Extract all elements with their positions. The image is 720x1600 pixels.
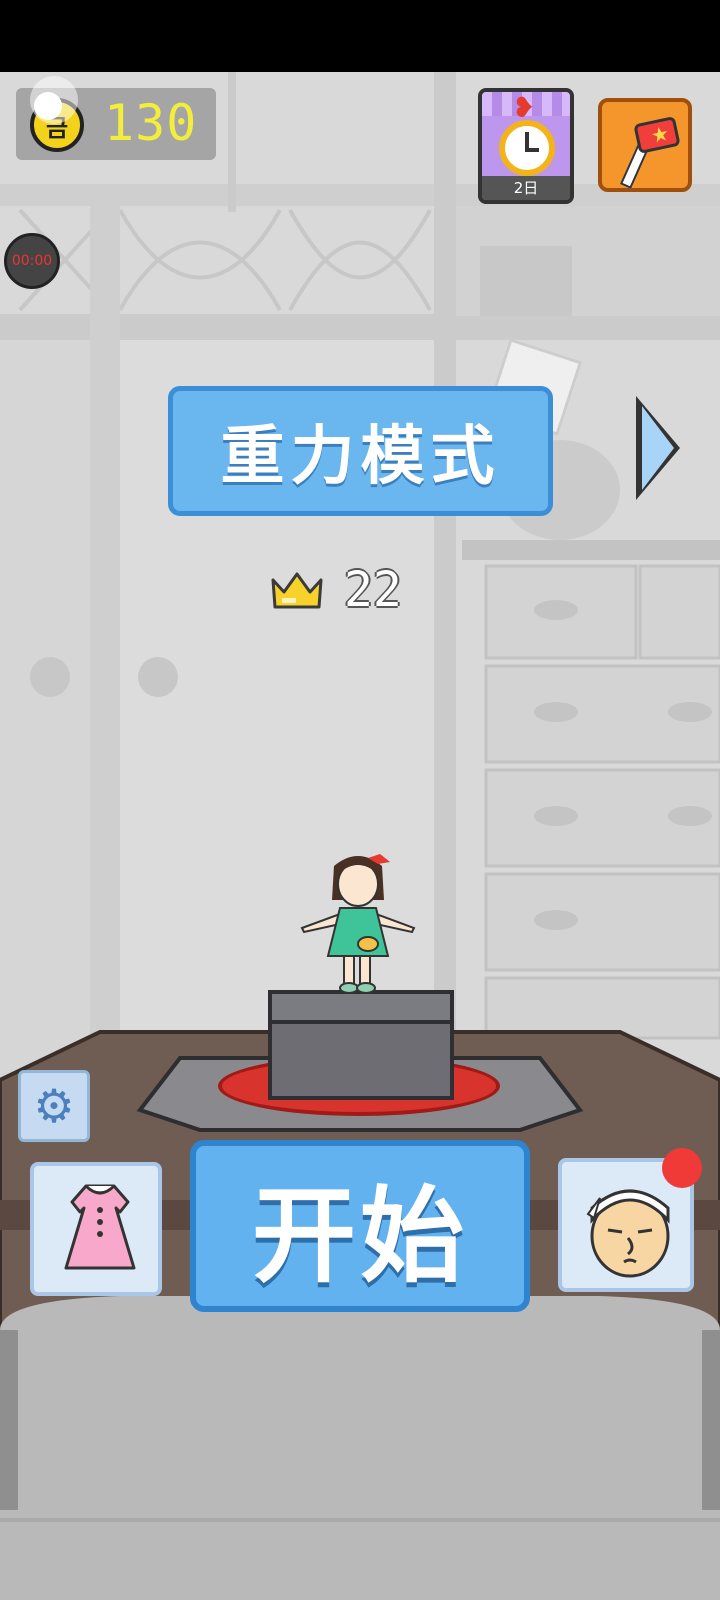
bow-icon: ❥ <box>512 91 536 124</box>
girl-character <box>300 854 416 994</box>
coin-value: 130 <box>104 94 198 152</box>
chevron-right-icon[interactable] <box>636 396 680 500</box>
room-background <box>0 0 720 1600</box>
stone-pedestal <box>268 990 454 1100</box>
notification-dot <box>662 1148 702 1188</box>
daily-reward-button[interactable]: ❥ 2日 <box>478 88 574 204</box>
flag-icon: ★ <box>633 115 681 155</box>
mode-title: 重力模式 <box>220 420 501 494</box>
star-icon: ★ <box>648 120 672 148</box>
chef-character-icon <box>586 1189 670 1278</box>
event-flag-button[interactable]: ★ <box>598 98 692 192</box>
daily-reward-label: 2日 <box>482 176 570 200</box>
dress-icon <box>64 1184 136 1270</box>
floating-touch-dot[interactable] <box>30 76 78 124</box>
settings-button[interactable]: ⚙ <box>18 1070 90 1142</box>
mode-banner[interactable]: 重力模式 <box>168 386 553 516</box>
crown-icon <box>271 572 323 609</box>
recording-timer[interactable]: 00:00 <box>4 233 60 289</box>
start-button[interactable]: 开始 <box>190 1140 530 1312</box>
alarm-clock-icon <box>499 120 555 176</box>
best-score-value: 22 <box>344 562 402 618</box>
outfit-button[interactable] <box>30 1162 162 1296</box>
game-screen: 금 130 00:00 ❥ 2日 ★ 重力模式 22 ⚙ 开始 <box>0 0 720 1600</box>
start-button-label: 开始 <box>251 1174 468 1297</box>
gear-icon: ⚙ <box>33 1079 75 1133</box>
